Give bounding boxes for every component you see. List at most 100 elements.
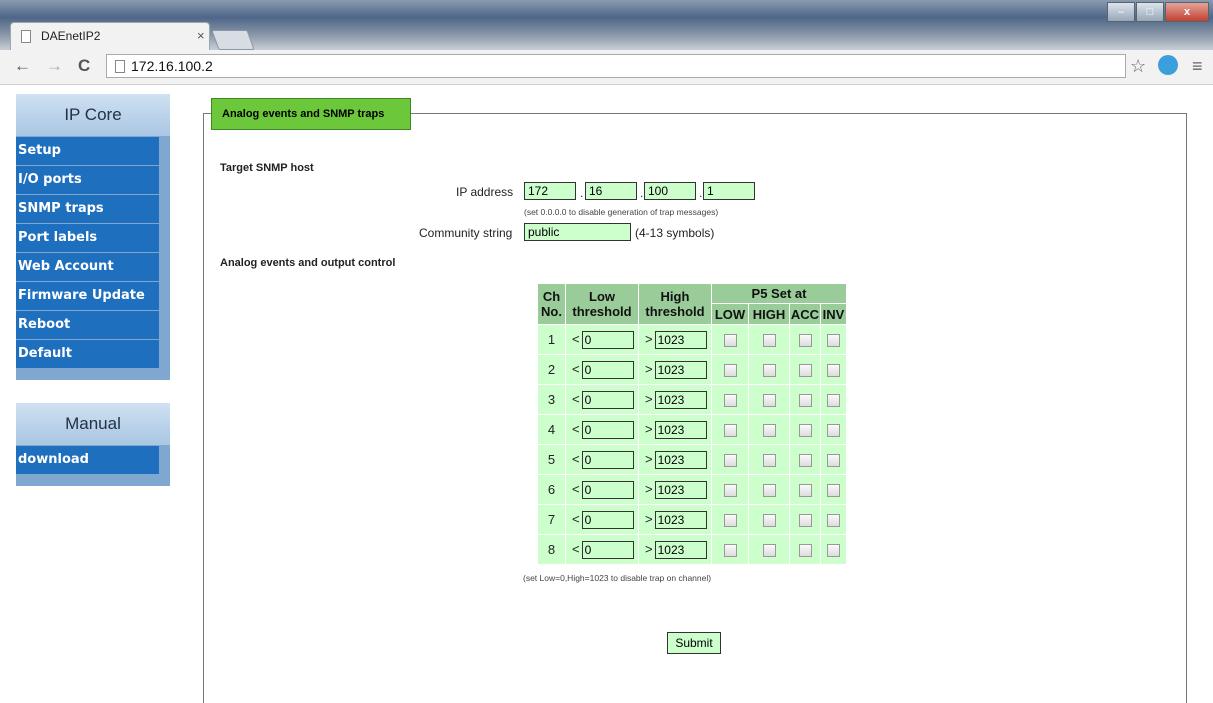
high-threshold-input[interactable] (654, 360, 707, 379)
low-threshold-cell: < (566, 445, 638, 474)
high-checkbox[interactable] (762, 364, 776, 378)
ip-octet-4-input[interactable] (703, 182, 755, 200)
low-checkbox[interactable] (723, 514, 737, 528)
low-threshold-input[interactable] (581, 480, 634, 499)
sidebar-item-default[interactable]: Default (16, 340, 159, 368)
low-threshold-input[interactable] (581, 330, 634, 349)
reload-icon[interactable]: C (78, 56, 90, 76)
high-checkbox[interactable] (762, 454, 776, 468)
high-checkbox[interactable] (762, 484, 776, 498)
sidebar-item-download[interactable]: download (16, 446, 159, 474)
low-threshold-cell: < (566, 385, 638, 414)
low-threshold-input[interactable] (581, 510, 634, 529)
acc-checkbox[interactable] (798, 364, 812, 378)
sidebar-item-io-ports[interactable]: I/O ports (16, 166, 159, 194)
inv-checkbox[interactable] (827, 514, 840, 528)
acc-checkbox-cell (790, 385, 820, 414)
acc-checkbox[interactable] (798, 424, 812, 438)
back-arrow-icon[interactable]: ← (14, 56, 31, 76)
table-hint: (set Low=0,High=1023 to disable trap on … (523, 573, 712, 583)
col-header-high: HIGH (749, 304, 789, 324)
high-threshold-cell: > (639, 415, 711, 444)
low-checkbox[interactable] (723, 454, 737, 468)
low-checkbox[interactable] (723, 394, 737, 408)
table-row: 4 < > (538, 415, 846, 444)
ip-octet-1-input[interactable] (524, 182, 576, 200)
greater-than-sign: > (645, 390, 653, 406)
high-threshold-input[interactable] (654, 390, 707, 409)
sidebar-item-web-account[interactable]: Web Account (16, 253, 159, 281)
high-threshold-input[interactable] (654, 330, 707, 349)
sidebar-item-reboot[interactable]: Reboot (16, 311, 159, 339)
acc-checkbox[interactable] (798, 394, 812, 408)
acc-checkbox[interactable] (798, 334, 812, 348)
maximize-button[interactable]: □ (1136, 2, 1164, 22)
inv-checkbox[interactable] (827, 484, 840, 498)
low-threshold-input[interactable] (581, 420, 634, 439)
acc-checkbox[interactable] (798, 514, 812, 528)
acc-checkbox[interactable] (798, 484, 812, 498)
address-bar[interactable]: 172.16.100.2 (106, 54, 1126, 78)
high-checkbox[interactable] (762, 334, 776, 348)
browser-tab[interactable]: DAEnetIP2 × (10, 22, 210, 50)
low-checkbox[interactable] (723, 484, 737, 498)
community-string-input[interactable] (524, 223, 631, 241)
high-threshold-input[interactable] (654, 510, 707, 529)
ip-address-label: IP address (456, 185, 514, 199)
bookmark-star-icon[interactable]: ☆ (1130, 56, 1146, 77)
low-threshold-input[interactable] (581, 360, 634, 379)
high-threshold-input[interactable] (654, 450, 707, 469)
menu-icon[interactable]: ≡ (1192, 56, 1203, 77)
sidebar-item-snmp-traps[interactable]: SNMP traps (16, 195, 159, 223)
inv-checkbox[interactable] (827, 364, 840, 378)
low-threshold-cell: < (566, 535, 638, 564)
analog-events-rows: 1 < >2 < >3 < >4 < >5 < >6 < >7 < >8 < > (538, 325, 846, 564)
acc-checkbox[interactable] (798, 454, 812, 468)
sidebar-item-port-labels[interactable]: Port labels (16, 224, 159, 252)
low-checkbox[interactable] (723, 424, 737, 438)
low-checkbox-cell (712, 535, 748, 564)
submit-button[interactable]: Submit (667, 632, 721, 654)
inv-checkbox[interactable] (827, 394, 840, 408)
greater-than-sign: > (645, 510, 653, 526)
close-window-button[interactable]: x (1165, 2, 1209, 22)
high-checkbox-cell (749, 445, 789, 474)
high-checkbox[interactable] (762, 514, 776, 528)
low-threshold-input[interactable] (581, 540, 634, 559)
table-row: 1 < > (538, 325, 846, 354)
extension-icon[interactable] (1158, 55, 1178, 75)
low-checkbox[interactable] (723, 334, 737, 348)
high-checkbox[interactable] (762, 544, 776, 558)
low-checkbox-cell (712, 415, 748, 444)
low-checkbox[interactable] (723, 364, 737, 378)
ip-core-title: IP Core (16, 94, 170, 136)
inv-checkbox[interactable] (827, 454, 840, 468)
acc-checkbox-cell (790, 535, 820, 564)
acc-checkbox-cell (790, 505, 820, 534)
sidebar-item-setup[interactable]: Setup (16, 137, 159, 165)
high-threshold-input[interactable] (654, 480, 707, 499)
forward-arrow-icon[interactable]: → (46, 56, 63, 76)
inv-checkbox[interactable] (827, 544, 840, 558)
ip-octet-2-input[interactable] (585, 182, 637, 200)
high-checkbox[interactable] (762, 394, 776, 408)
close-tab-icon[interactable]: × (197, 28, 205, 43)
minimize-button[interactable]: – (1107, 2, 1135, 22)
new-tab-button[interactable] (211, 30, 255, 50)
low-checkbox[interactable] (723, 544, 737, 558)
high-checkbox-cell (749, 325, 789, 354)
acc-checkbox[interactable] (798, 544, 812, 558)
less-than-sign: < (572, 480, 580, 496)
acc-checkbox-cell (790, 415, 820, 444)
high-checkbox[interactable] (762, 424, 776, 438)
inv-checkbox[interactable] (827, 334, 840, 348)
sidebar-item-firmware-update[interactable]: Firmware Update (16, 282, 159, 310)
low-checkbox-cell (712, 355, 748, 384)
low-threshold-input[interactable] (581, 390, 634, 409)
high-threshold-input[interactable] (654, 420, 707, 439)
inv-checkbox[interactable] (827, 424, 840, 438)
low-threshold-input[interactable] (581, 450, 634, 469)
ip-octet-3-input[interactable] (644, 182, 696, 200)
high-threshold-input[interactable] (654, 540, 707, 559)
less-than-sign: < (572, 540, 580, 556)
